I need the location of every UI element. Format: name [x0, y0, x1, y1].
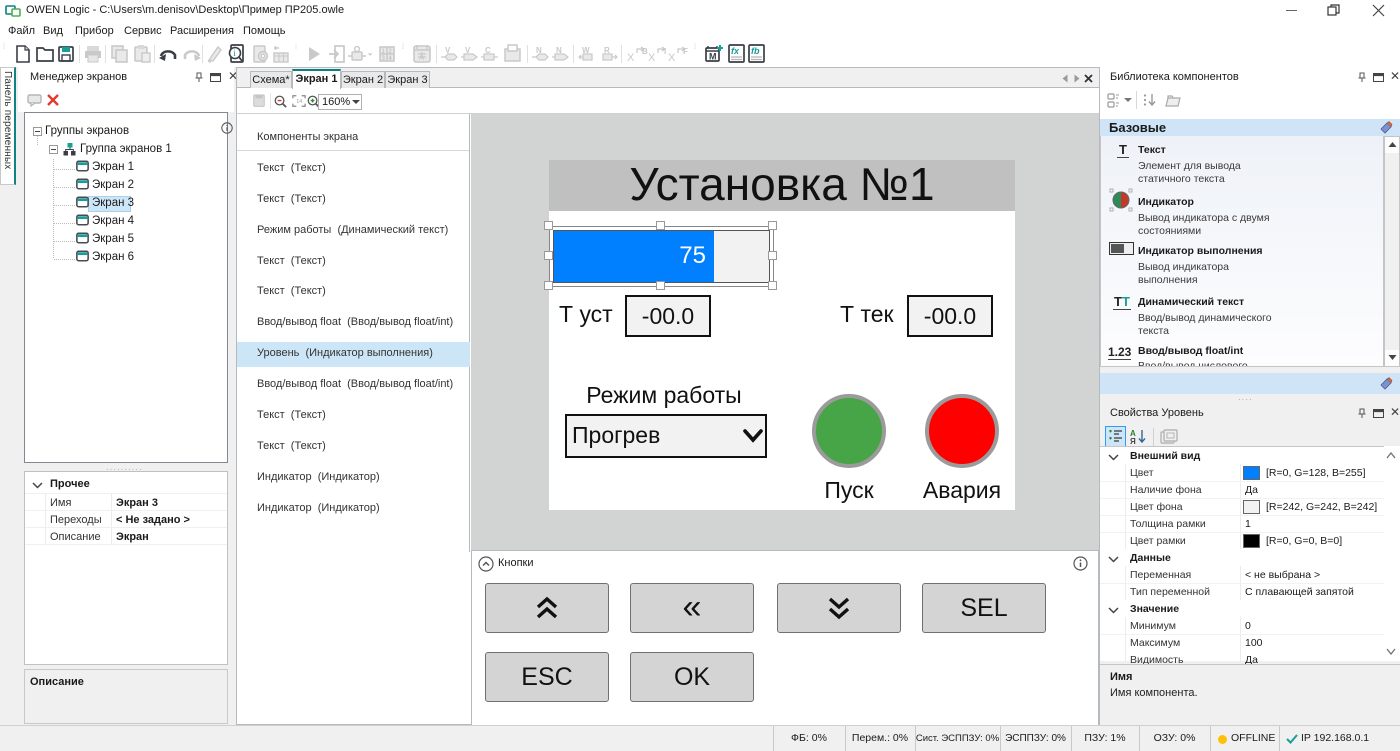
svg-text:fx: fx [731, 46, 740, 56]
svg-text:X: X [648, 52, 656, 63]
svg-text:A: A [419, 53, 425, 62]
svg-text:X: X [627, 52, 635, 63]
svg-text:I: I [664, 47, 666, 56]
svg-text:X: X [668, 52, 676, 63]
svg-text:Я: Я [1130, 437, 1136, 445]
svg-text:fb: fb [751, 46, 760, 56]
svg-text:14: 14 [296, 99, 302, 105]
svg-text:M: M [709, 52, 717, 62]
svg-text:F: F [683, 47, 688, 56]
